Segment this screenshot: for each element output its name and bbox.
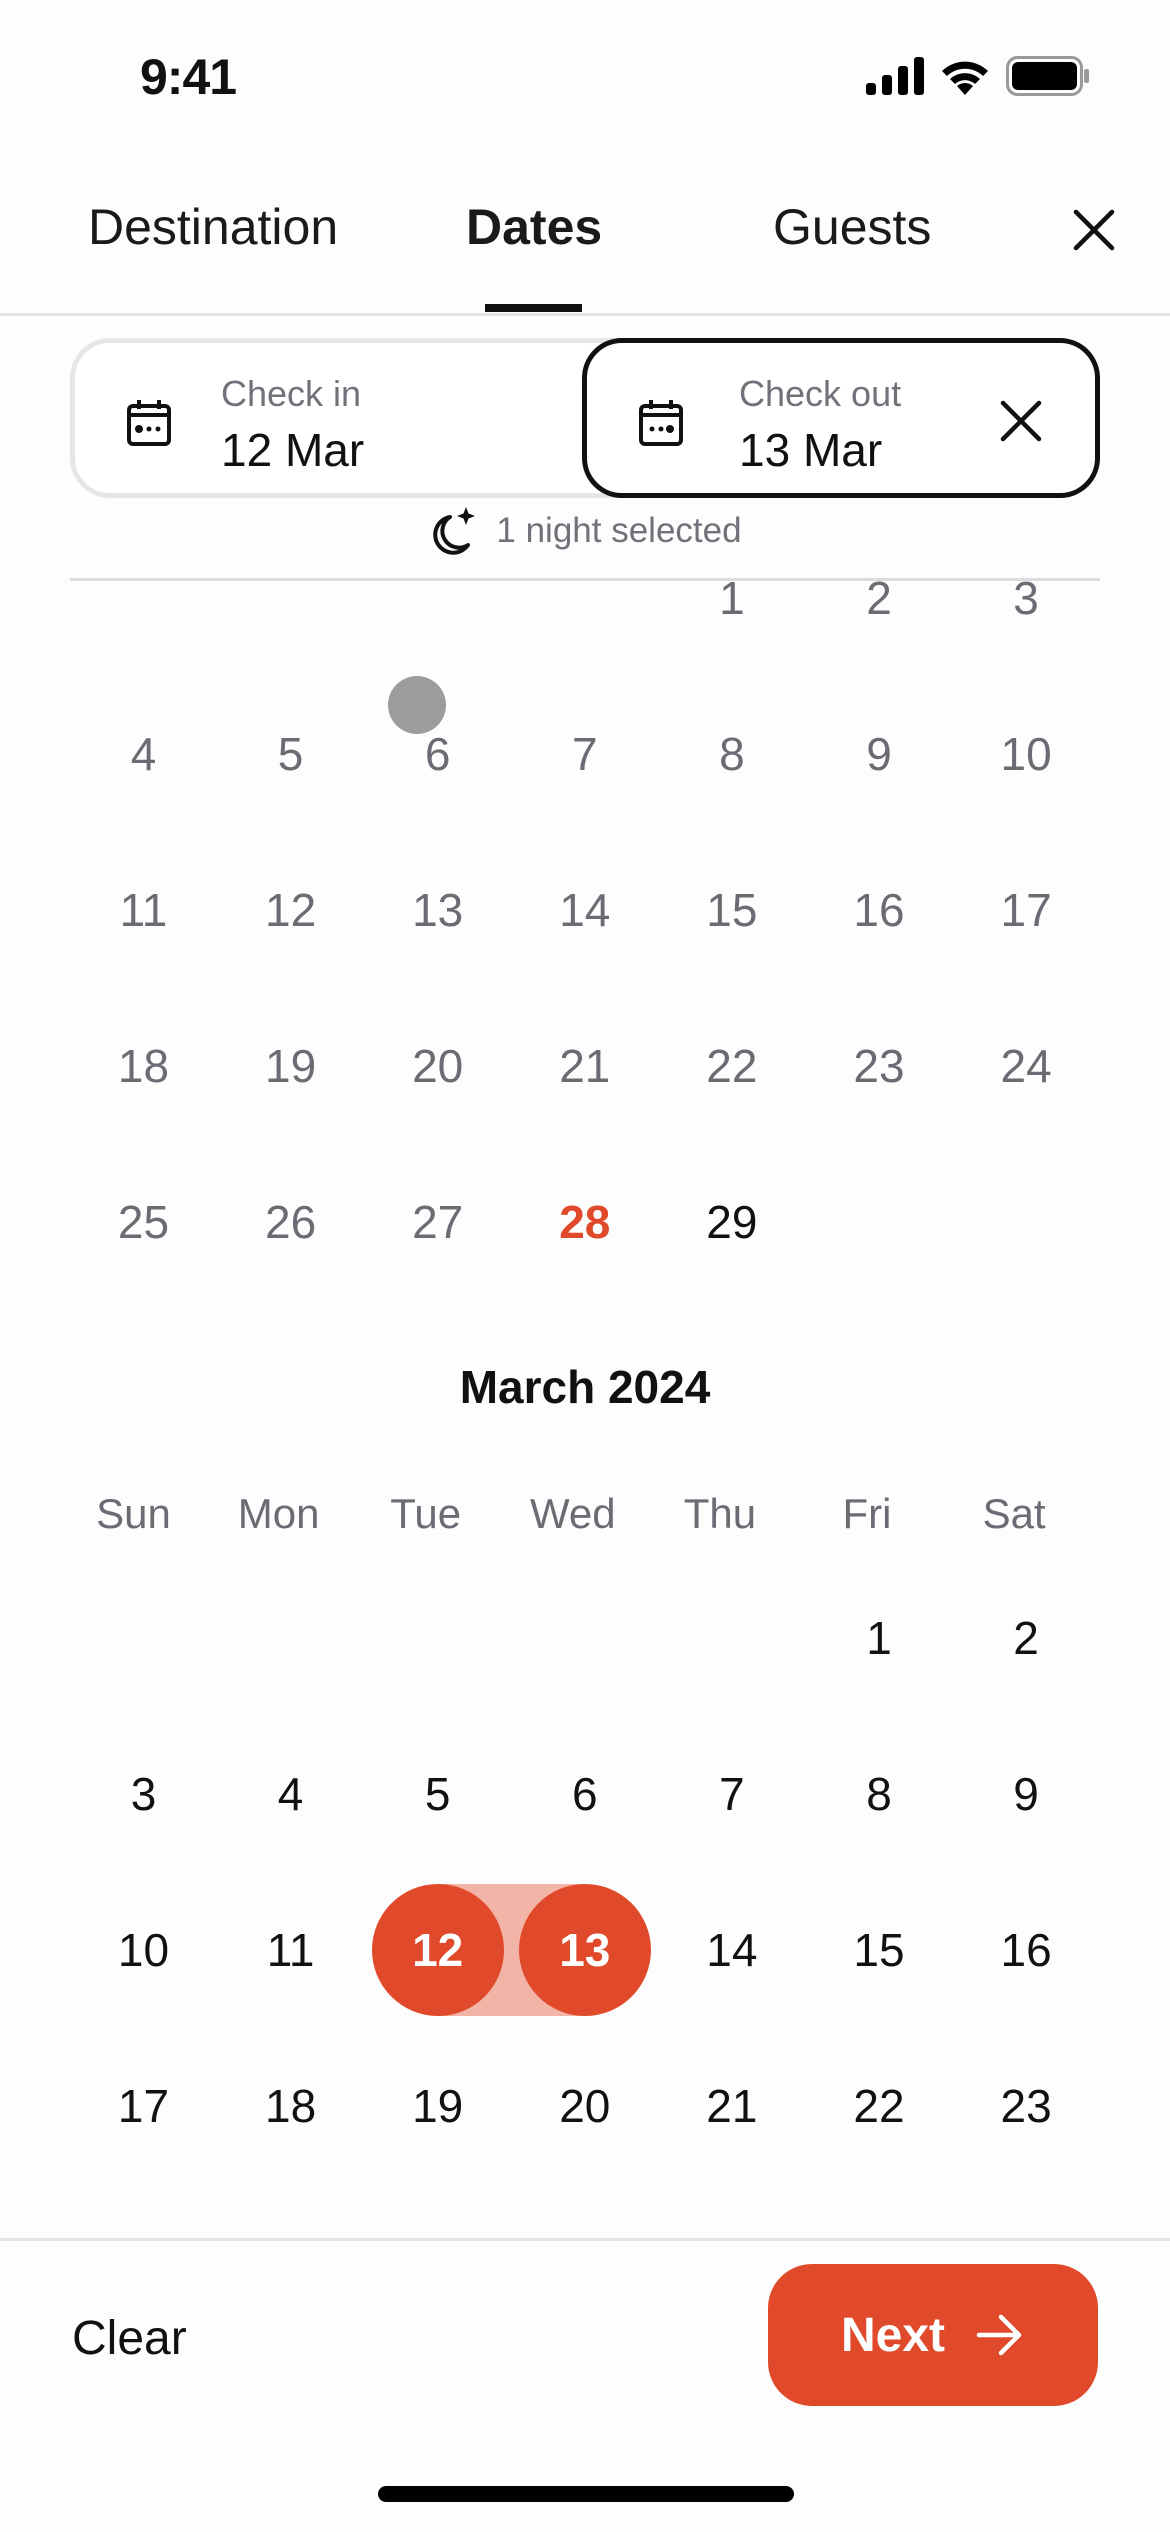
close-icon[interactable]	[1068, 204, 1120, 256]
calendar-day: 5	[277, 728, 304, 780]
calendar-day-selected[interactable]: 13	[511, 1900, 658, 2000]
calendar-day[interactable]: 4	[217, 1744, 364, 1844]
calendar-day: 16	[853, 884, 905, 936]
check-out-value: 13 Mar	[739, 424, 883, 476]
next-label: Next	[840, 2308, 946, 2362]
calendar-day: 20	[412, 1040, 464, 1092]
clear-button[interactable]: Clear	[72, 2311, 187, 2366]
check-out-field[interactable]: Check out 13 Mar	[582, 338, 1100, 498]
check-in-field[interactable]: Check in 12 Mar	[70, 338, 670, 498]
calendar-day: 15	[706, 884, 758, 936]
calendar-day: 22	[706, 1040, 758, 1092]
check-in-value: 12 Mar	[221, 424, 365, 476]
calendar-icon	[639, 400, 683, 446]
calendar-day[interactable]: 5	[364, 1744, 511, 1844]
calendar-day[interactable]: 21	[658, 2056, 805, 2156]
calendar-day[interactable]: 22	[806, 2056, 953, 2156]
calendar-day: 1	[719, 572, 745, 624]
tab-guests[interactable]: Guests	[773, 198, 931, 256]
calendar-day[interactable]: 3	[70, 1744, 217, 1844]
calendar-day[interactable]: 16	[953, 1900, 1100, 2000]
weekday-label: Sun	[96, 1490, 171, 1537]
calendar-day[interactable]: 19	[364, 2056, 511, 2156]
status-bar: 9:41	[0, 0, 1170, 150]
calendar-day: 17	[1000, 884, 1052, 936]
check-out-label: Check out	[739, 373, 902, 414]
tab-destination[interactable]: Destination	[88, 198, 338, 256]
moon-stars-icon	[433, 507, 476, 555]
calendar-day[interactable]: 14	[658, 1900, 805, 2000]
month-title: March 2024	[459, 1361, 711, 1413]
calendar-day: 9	[866, 728, 892, 780]
battery-icon	[1006, 56, 1089, 96]
status-icons	[866, 56, 1090, 96]
touch-indicator	[388, 676, 446, 734]
calendar-day[interactable]: 17	[70, 2056, 217, 2156]
calendar-icon	[127, 400, 171, 446]
weekday-label: Wed	[529, 1490, 616, 1537]
calendar-day[interactable]: 18	[217, 2056, 364, 2156]
date-inputs: Check in 12 Mar Check out 13 Mar	[70, 338, 1100, 498]
calendar-day: 25	[117, 1196, 170, 1248]
next-button[interactable]: Next	[768, 2264, 1098, 2406]
tab-dates[interactable]: Dates	[466, 198, 602, 256]
calendar-day[interactable]: 11	[217, 1900, 364, 2000]
calendar-day[interactable]: 15	[806, 1900, 953, 2000]
calendar-day[interactable]: 1	[806, 1588, 953, 1688]
calendar-day[interactable]: 9	[953, 1744, 1100, 1844]
weekday-label: Sat	[982, 1490, 1046, 1537]
calendar-day: 10	[1000, 728, 1052, 780]
weekday-label: Mon	[237, 1490, 320, 1537]
calendar-day: 7	[572, 728, 598, 780]
weekday-label: Fri	[842, 1490, 892, 1537]
calendar-day: 2	[866, 572, 892, 624]
calendar-day: 27	[412, 1196, 464, 1248]
calendar-day: 14	[559, 884, 611, 936]
nights-text: 1 night selected	[496, 511, 742, 550]
calendar-day: 12	[265, 884, 317, 936]
calendar-day-selected[interactable]: 12	[364, 1900, 511, 2000]
calendar-day[interactable]: 20	[511, 2056, 658, 2156]
calendar-day: 13	[412, 884, 464, 936]
calendar-day: 18	[117, 1040, 170, 1092]
calendar-day: 26	[265, 1196, 317, 1248]
calendar-day[interactable]: 6	[511, 1744, 658, 1844]
cellular-signal-icon	[866, 57, 924, 95]
wifi-icon	[942, 61, 988, 95]
calendar-day: 8	[719, 728, 745, 780]
arrow-right-icon	[976, 2314, 1022, 2356]
calendar-day: 4	[130, 728, 157, 780]
calendar-day: 3	[1013, 572, 1039, 624]
weekday-label: Tue	[390, 1490, 462, 1537]
home-indicator	[378, 2486, 794, 2502]
calendar-day[interactable]: 10	[70, 1900, 217, 2000]
check-in-label: Check in	[221, 373, 362, 414]
clear-check-out-icon[interactable]	[995, 395, 1047, 447]
calendar-day[interactable]: 23	[953, 2056, 1100, 2156]
status-time: 9:41	[140, 49, 237, 105]
calendar-day[interactable]: 7	[658, 1744, 805, 1844]
calendar-day: 24	[1000, 1040, 1052, 1092]
calendar-day: 21	[559, 1040, 611, 1092]
search-tabs: Destination Dates Guests	[0, 180, 1170, 316]
calendar-day: 28	[559, 1196, 611, 1248]
weekday-label: Thu	[683, 1490, 757, 1537]
calendar-day[interactable]: 8	[806, 1744, 953, 1844]
calendar-day[interactable]: 2	[953, 1588, 1100, 1688]
active-tab-indicator	[485, 304, 582, 312]
calendar-day: 11	[119, 884, 168, 936]
calendar-day: 23	[853, 1040, 905, 1092]
calendar-day: 19	[265, 1040, 317, 1092]
calendar-day[interactable]: 29	[658, 1172, 805, 1272]
